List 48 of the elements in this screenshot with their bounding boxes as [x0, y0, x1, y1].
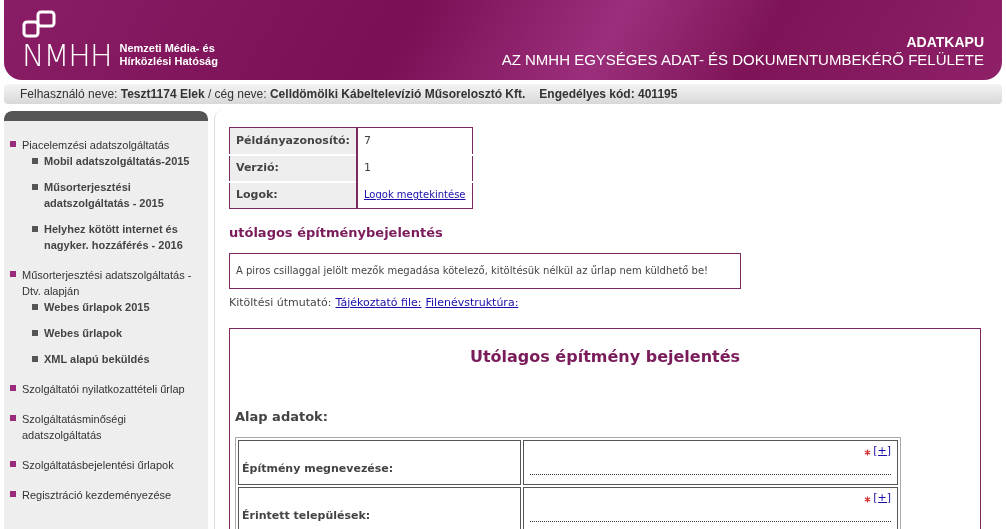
sidebar-item[interactable]: Műsorterjesztési adatszolgáltatás - Dtv. alapján: [22, 267, 194, 299]
table-cell: 1: [363, 160, 371, 174]
bullet-icon: [10, 461, 16, 467]
license-code: Engedélyes kód: 401195: [539, 86, 678, 103]
field-label: Érintett települések:: [242, 508, 371, 522]
table-header-cell: Verzió:: [229, 154, 357, 182]
logo-text: Hírközlési Hatóság: [119, 55, 218, 68]
add-link[interactable]: [+]: [873, 442, 891, 459]
user-info: Felhasználó neve: Teszt1174 Elek / cég neve: Celldömölki Kábeltelevízió Műsorelosztó Kft.: [20, 86, 526, 103]
sidebar-subitem[interactable]: Mobil adatszolgáltatás-2015: [44, 153, 204, 169]
group-title: Alap adatok:: [235, 408, 329, 426]
guide-label: Kitöltési útmutató:: [229, 294, 332, 311]
add-link[interactable]: [+]: [873, 489, 891, 506]
sidebar-item[interactable]: Piacelemzési adatszolgáltatás: [22, 137, 194, 153]
site-title: ADATKAPU: [906, 34, 984, 50]
sidebar-subitem[interactable]: Webes űrlapok 2015: [44, 299, 204, 315]
site-subtitle: AZ NMHH EGYSÉGES ADAT- ÉS DOKUMENTUMBEKÉRŐ FELÜLETE: [501, 50, 984, 70]
form-title: Utólagos építmény bejelentés: [469, 346, 741, 368]
bullet-icon: [32, 304, 38, 310]
bullet-icon: [32, 158, 38, 164]
bullet-icon: [10, 141, 16, 147]
sidebar-subitem[interactable]: Webes űrlapok: [44, 325, 204, 341]
guide-link[interactable]: Tájékoztató file:: [335, 294, 422, 311]
bullet-icon: [32, 184, 38, 190]
logo-mark: NMHH: [22, 42, 112, 70]
logo-text: Nemzeti Média- és: [119, 42, 216, 55]
table-header-cell: Logok:: [229, 181, 357, 209]
sidebar-item[interactable]: Szolgáltatói nyilatkozattételi űrlap: [22, 381, 194, 397]
table-cell: 7: [363, 133, 371, 147]
sidebar-subitem[interactable]: XML alapú beküldés: [44, 351, 204, 367]
guide-link[interactable]: Filenévstruktúra:: [425, 294, 519, 311]
section-title: utólagos építménybejelentés: [229, 224, 444, 242]
table-header-cell: Példányazonosító:: [229, 127, 357, 155]
bullet-icon: [10, 271, 16, 277]
sidebar-item[interactable]: Regisztráció kezdeményezése: [22, 487, 194, 503]
sidebar-subitem[interactable]: Helyhez kötött internet és nagyker. hozzáférés - 2016: [44, 221, 204, 253]
bullet-icon: [10, 385, 16, 391]
sidebar-subitem[interactable]: Műsorterjesztési adatszolgáltatás - 2015: [44, 179, 204, 211]
sidebar-item[interactable]: Szolgáltatásbejelentési űrlapok: [22, 457, 194, 473]
bullet-icon: [10, 491, 16, 497]
bullet-icon: [10, 415, 16, 421]
field-label: Építmény megnevezése:: [242, 461, 394, 475]
sidebar-item[interactable]: Szolgáltatásminőségi adatszolgáltatás: [22, 411, 194, 443]
bullet-icon: [32, 330, 38, 336]
notice-box: A piros csillaggal jelölt mezők megadása kötelező, kitöltésük nélkül az űrlap nem küldhető be!: [229, 252, 741, 289]
bullet-icon: [32, 226, 38, 232]
bullet-icon: [32, 356, 38, 362]
logs-link[interactable]: Logok megtekintése: [363, 189, 466, 200]
